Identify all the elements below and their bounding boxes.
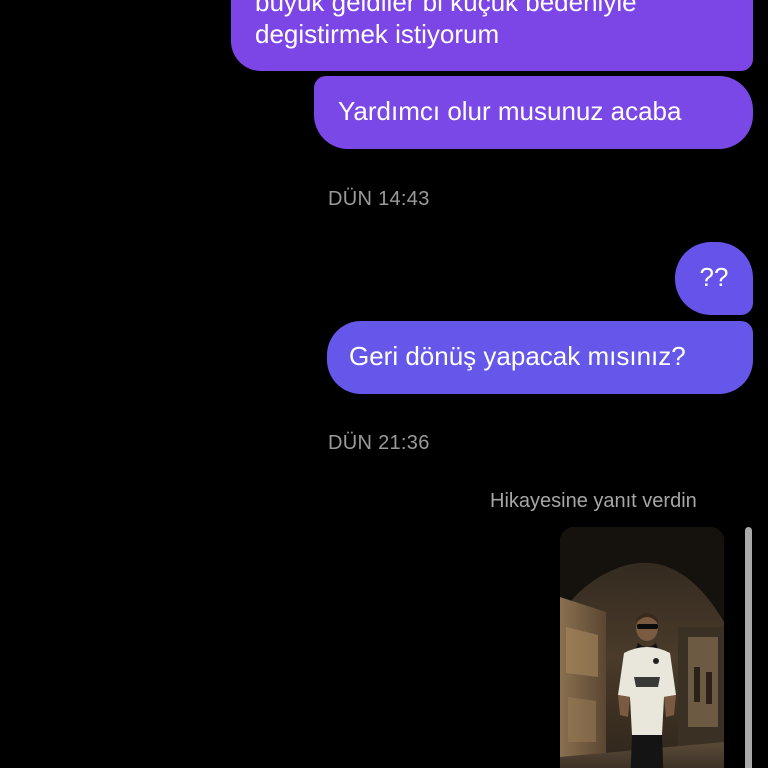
- message-text: Geri dönüş yapacak mısınız?: [349, 341, 686, 371]
- message-text: Yardımcı olur musunuz acaba: [338, 96, 682, 126]
- story-reply-label: Hikayesine yanıt verdin: [490, 490, 697, 512]
- message-text: ??: [699, 262, 729, 292]
- message-bubble-outgoing[interactable]: Geri dönüş yapacak mısınız?: [327, 321, 753, 394]
- story-thumbnail[interactable]: [560, 527, 724, 768]
- story-reply-indicator: [745, 527, 752, 768]
- message-text-line: degistirmek istiyorum: [255, 19, 500, 49]
- message-bubble-outgoing[interactable]: büyük geldiler bi küçük bedeniyle degist…: [231, 0, 753, 71]
- story-photo: [560, 527, 724, 768]
- message-text-line: büyük geldiler bi küçük bedeniyle: [255, 0, 637, 17]
- message-timestamp: DÜN 21:36: [328, 432, 430, 454]
- message-bubble-outgoing[interactable]: Yardımcı olur musunuz acaba: [314, 76, 753, 149]
- message-timestamp: DÜN 14:43: [328, 188, 430, 210]
- message-bubble-outgoing[interactable]: ??: [675, 242, 753, 315]
